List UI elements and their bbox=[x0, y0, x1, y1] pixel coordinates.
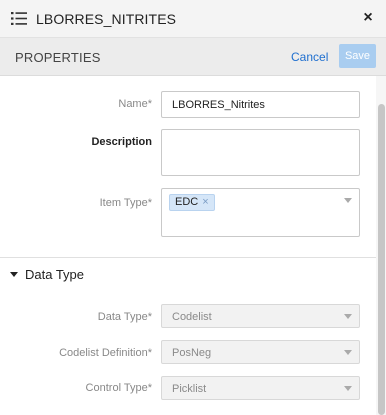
section-divider bbox=[0, 257, 376, 258]
codelist-definition-label: Codelist Definition* bbox=[59, 347, 152, 359]
codelist-definition-select[interactable]: PosNeg bbox=[161, 340, 360, 364]
cancel-button[interactable]: Cancel bbox=[291, 50, 328, 64]
properties-title: PROPERTIES bbox=[15, 50, 101, 65]
close-icon[interactable]: × bbox=[358, 8, 378, 28]
properties-header: PROPERTIES Cancel Save bbox=[0, 38, 386, 76]
data-type-value: Codelist bbox=[172, 311, 212, 323]
item-type-label: Item Type* bbox=[99, 197, 152, 209]
data-type-label: Data Type* bbox=[97, 311, 152, 323]
item-type-chip: EDC × bbox=[169, 194, 215, 211]
list-icon bbox=[11, 12, 27, 25]
chevron-down-icon[interactable] bbox=[344, 386, 352, 391]
chip-label: EDC bbox=[175, 196, 199, 208]
chip-remove-icon[interactable]: × bbox=[202, 195, 208, 210]
section-title: Data Type bbox=[25, 266, 85, 282]
control-type-select[interactable]: Picklist bbox=[161, 376, 360, 400]
description-field[interactable] bbox=[161, 129, 360, 176]
scrollbar-thumb[interactable] bbox=[378, 104, 385, 415]
window-title: LBORRES_NITRITES bbox=[36, 11, 177, 27]
name-field[interactable]: LBORRES_Nitrites bbox=[161, 91, 360, 118]
control-type-value: Picklist bbox=[172, 383, 207, 395]
chevron-down-icon[interactable] bbox=[344, 198, 352, 203]
name-label: Name* bbox=[118, 98, 152, 110]
chevron-down-icon[interactable] bbox=[344, 314, 352, 319]
codelist-definition-value: PosNeg bbox=[172, 347, 212, 359]
control-type-label: Control Type* bbox=[85, 382, 152, 394]
description-label: Description bbox=[91, 136, 152, 148]
title-bar: LBORRES_NITRITES × bbox=[0, 0, 386, 38]
save-button[interactable]: Save bbox=[339, 44, 376, 68]
name-value: LBORRES_Nitrites bbox=[172, 99, 265, 111]
item-type-select[interactable]: EDC × bbox=[161, 188, 360, 237]
data-type-select[interactable]: Codelist bbox=[161, 304, 360, 328]
chevron-down-icon[interactable] bbox=[344, 350, 352, 355]
data-type-section-toggle[interactable]: Data Type bbox=[10, 265, 84, 283]
caret-down-icon bbox=[10, 271, 18, 277]
